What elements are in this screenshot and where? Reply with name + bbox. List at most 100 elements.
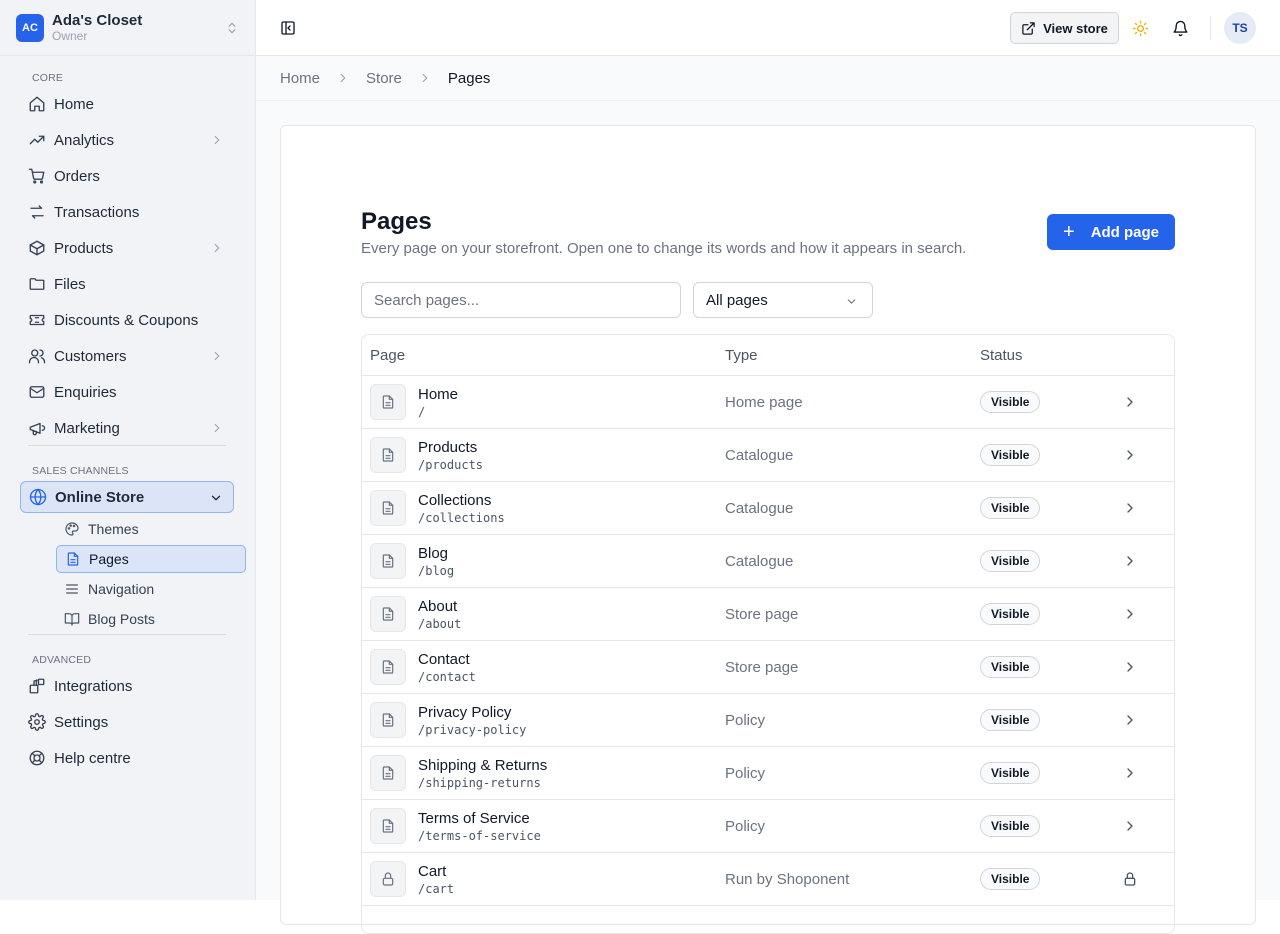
- breadcrumb-home[interactable]: Home: [280, 70, 320, 87]
- chevron-right-icon[interactable]: [1122, 712, 1138, 728]
- status-badge: Visible: [980, 603, 1040, 625]
- sidebar-item-analytics[interactable]: Analytics: [20, 124, 234, 156]
- sidebar-item-label: Analytics: [54, 132, 114, 149]
- section-label-sales: SALES CHANNELS: [0, 465, 129, 477]
- box-icon: [28, 239, 46, 257]
- chevron-right-icon[interactable]: [1122, 765, 1138, 781]
- page-filter-select[interactable]: All pages: [693, 282, 873, 318]
- sidebar-item-label: Integrations: [54, 678, 132, 695]
- sidebar-item-online-store[interactable]: Online Store: [20, 481, 234, 513]
- page-path: /collections: [418, 511, 505, 525]
- mail-icon: [28, 383, 46, 401]
- sidebar-item-label: Discounts & Coupons: [54, 312, 198, 329]
- sidebar-item-home[interactable]: Home: [20, 88, 234, 120]
- page-type: Run by Shoponent: [725, 871, 849, 888]
- table-row[interactable]: Shipping & Returns/shipping-returnsPolic…: [362, 747, 1174, 800]
- sidebar-item-label: Marketing: [54, 420, 120, 437]
- sidebar-subitem-pages[interactable]: Pages: [56, 545, 246, 573]
- sidebar-item-settings[interactable]: Settings: [20, 706, 234, 738]
- divider: [28, 445, 226, 446]
- lock-icon: [370, 861, 406, 897]
- sidebar-item-files[interactable]: Files: [20, 268, 234, 300]
- blocks-icon: [28, 677, 46, 695]
- document-icon: [370, 649, 406, 685]
- table-row[interactable]: Privacy Policy/privacy-policyPolicyVisib…: [362, 694, 1174, 747]
- pages-card: Pages Every page on your storefront. Ope…: [280, 125, 1256, 925]
- sidebar-item-label: Customers: [54, 348, 127, 365]
- sidebar-subitem-themes[interactable]: Themes: [56, 515, 246, 543]
- sidebar-item-integrations[interactable]: Integrations: [20, 670, 234, 702]
- menu-icon: [64, 581, 80, 597]
- chevron-right-icon: [210, 133, 224, 151]
- sidebar-item-label: Home: [54, 96, 94, 113]
- sidebar-item-products[interactable]: Products: [20, 232, 234, 264]
- add-page-button[interactable]: + Add page: [1047, 214, 1175, 250]
- section-label-advanced: ADVANCED: [0, 654, 91, 666]
- divider: [28, 634, 226, 635]
- page-path: /blog: [418, 564, 454, 578]
- section-label-core: CORE: [0, 72, 63, 84]
- page-type: Policy: [725, 712, 765, 729]
- search-input[interactable]: [361, 282, 681, 318]
- chevron-right-icon[interactable]: [1122, 447, 1138, 463]
- gear-icon: [28, 713, 46, 731]
- sidebar-item-label: Orders: [54, 168, 100, 185]
- filter-value: All pages: [706, 292, 768, 309]
- chevron-right-icon[interactable]: [1122, 553, 1138, 569]
- sidebar-subitem-label: Themes: [88, 521, 139, 537]
- chevron-right-icon[interactable]: [1122, 500, 1138, 516]
- sidebar-item-orders[interactable]: Orders: [20, 160, 234, 192]
- sidebar-item-enquiries[interactable]: Enquiries: [20, 376, 234, 408]
- sidebar-item-discounts-and-coupons[interactable]: Discounts & Coupons: [20, 304, 234, 336]
- view-store-button[interactable]: View store: [1010, 12, 1119, 44]
- sidebar-item-label: Transactions: [54, 204, 139, 221]
- page-type: Policy: [725, 818, 765, 835]
- status-badge: Visible: [980, 868, 1040, 890]
- page-name: Cart: [418, 863, 446, 880]
- bell-icon[interactable]: [1172, 20, 1189, 37]
- page-path: /shipping-returns: [418, 776, 541, 790]
- avatar[interactable]: TS: [1224, 12, 1256, 44]
- lock-icon: [1122, 871, 1138, 887]
- home-icon: [28, 95, 46, 113]
- page-type: Store page: [725, 659, 798, 676]
- lifebuoy-icon: [28, 749, 46, 767]
- chevron-right-icon[interactable]: [1122, 394, 1138, 410]
- sidebar-subitem-blog-posts[interactable]: Blog Posts: [56, 605, 246, 633]
- status-badge: Visible: [980, 391, 1040, 413]
- sun-icon[interactable]: [1132, 20, 1149, 37]
- sidebar-item-label: Settings: [54, 714, 108, 731]
- sidebar-item-marketing[interactable]: Marketing: [20, 412, 234, 444]
- sidebar-item-transactions[interactable]: Transactions: [20, 196, 234, 228]
- table-row[interactable]: Collections/collectionsCatalogueVisible: [362, 482, 1174, 535]
- ticket-icon: [28, 311, 46, 329]
- sidebar-item-help-centre[interactable]: Help centre: [20, 742, 234, 774]
- sidebar-toggle-icon[interactable]: [280, 20, 296, 36]
- table-row[interactable]: Cart/cartRun by ShoponentVisible: [362, 853, 1174, 906]
- chevrons-up-down-icon: [225, 21, 239, 35]
- sidebar-item-customers[interactable]: Customers: [20, 340, 234, 372]
- store-switcher[interactable]: AC Ada's Closet Owner: [0, 0, 255, 56]
- sidebar: AC Ada's Closet Owner CORE Home Analytics…: [0, 0, 256, 900]
- sidebar-item-label: Enquiries: [54, 384, 117, 401]
- table-row[interactable]: Home/Home pageVisible: [362, 376, 1174, 429]
- chevron-right-icon[interactable]: [1122, 659, 1138, 675]
- table-row[interactable]: Blog/blogCatalogueVisible: [362, 535, 1174, 588]
- document-icon: [370, 596, 406, 632]
- page-type: Policy: [725, 765, 765, 782]
- breadcrumb-store[interactable]: Store: [366, 70, 402, 87]
- sidebar-subitem-navigation[interactable]: Navigation: [56, 575, 246, 603]
- table-row[interactable]: Terms of Service/terms-of-servicePolicyV…: [362, 800, 1174, 853]
- trending-up-icon: [28, 131, 46, 149]
- table-row[interactable]: About/aboutStore pageVisible: [362, 588, 1174, 641]
- document-icon: [370, 702, 406, 738]
- cart-icon: [28, 167, 46, 185]
- table-row[interactable]: Contact/contactStore pageVisible: [362, 641, 1174, 694]
- chevron-right-icon[interactable]: [1122, 606, 1138, 622]
- chevron-right-icon[interactable]: [1122, 818, 1138, 834]
- view-store-label: View store: [1043, 21, 1108, 36]
- table-row[interactable]: Products/productsCatalogueVisible: [362, 429, 1174, 482]
- status-badge: Visible: [980, 497, 1040, 519]
- folder-icon: [28, 275, 46, 293]
- store-name: Ada's Closet: [52, 12, 225, 29]
